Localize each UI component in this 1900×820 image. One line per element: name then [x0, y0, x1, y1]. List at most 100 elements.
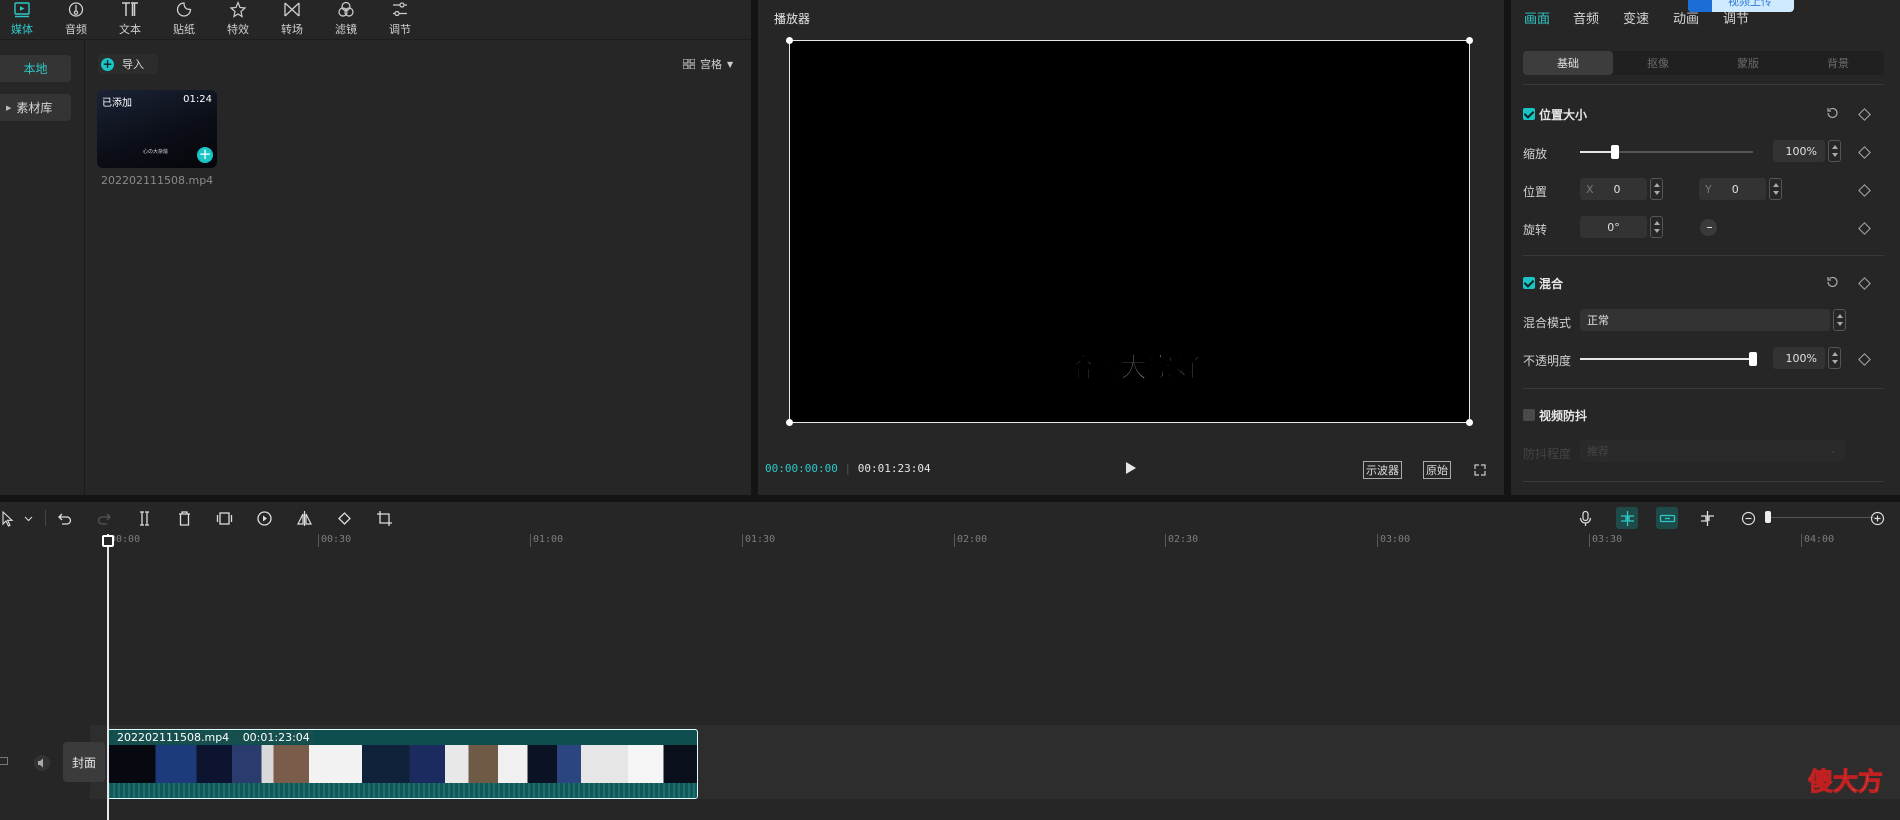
select-tool-button[interactable] [0, 507, 18, 529]
ruler-tick: 00:30 [318, 534, 351, 547]
crop-button[interactable] [373, 507, 395, 529]
play-button[interactable] [1124, 460, 1138, 476]
clip-audio-waveform [108, 783, 697, 798]
toolbar-separator [45, 510, 46, 526]
prop-tab-picture[interactable]: 画面 [1524, 8, 1550, 27]
prop-tab-animation[interactable]: 动画 [1673, 8, 1699, 27]
total-time: 00:01:23:04 [857, 462, 931, 475]
crop-icon [376, 510, 392, 526]
add-to-timeline-icon[interactable]: + [197, 147, 213, 163]
position-x-input[interactable]: X 0 [1580, 178, 1647, 200]
tab-adjust[interactable]: 调节 [373, 0, 427, 40]
stabilize-checkbox[interactable] [1523, 409, 1535, 421]
split-button[interactable] [133, 507, 155, 529]
media-filename: 202202111508.mp4 [101, 174, 214, 187]
reverse-button[interactable] [253, 507, 275, 529]
resize-handle[interactable] [786, 37, 793, 44]
zoom-in-button[interactable] [1866, 507, 1888, 529]
position-size-checkbox[interactable] [1523, 108, 1535, 120]
play-icon [1126, 462, 1136, 474]
position-y-input[interactable]: Y 0 [1699, 178, 1766, 200]
ruler-tick: 03:30 [1589, 534, 1622, 547]
subtab-background[interactable]: 背景 [1793, 51, 1883, 75]
subtab-mask[interactable]: 蒙版 [1703, 51, 1793, 75]
scale-slider[interactable] [1580, 145, 1753, 159]
rotate-dial[interactable] [1700, 219, 1717, 236]
y-value: 0 [1731, 182, 1739, 196]
blend-checkbox[interactable] [1523, 277, 1535, 289]
preview-axis-button[interactable] [1696, 507, 1718, 529]
x-label: X [1586, 182, 1594, 196]
mirror-button[interactable] [293, 507, 315, 529]
subtab-matting[interactable]: 抠像 [1613, 51, 1703, 75]
playhead[interactable] [107, 534, 109, 820]
tab-text[interactable]: 文本 [103, 0, 157, 40]
tab-effects-label: 特效 [227, 23, 249, 36]
rotate-icon [337, 511, 351, 525]
tab-media-label: 媒体 [11, 23, 33, 36]
media-panel [0, 0, 751, 495]
ruler-tick: 03:00 [1377, 534, 1410, 547]
record-audio-button[interactable] [1574, 507, 1596, 529]
fullscreen-button[interactable] [1474, 461, 1486, 476]
position-x-stepper[interactable] [1650, 178, 1663, 200]
rotate-button[interactable] [333, 507, 355, 529]
ruler-tick: 02:00 [954, 534, 987, 547]
tab-effects[interactable]: 特效 [211, 0, 265, 40]
track-lock-icon[interactable] [0, 757, 8, 765]
prop-tab-speed[interactable]: 变速 [1623, 8, 1649, 27]
clip-duration: 00:01:23:04 [242, 731, 310, 744]
side-nav-library[interactable]: ▶ 素材库 [0, 94, 71, 121]
undo-button[interactable] [53, 507, 75, 529]
tab-filter[interactable]: 滤镜 [319, 0, 373, 40]
prop-tab-adjust[interactable]: 调节 [1723, 8, 1749, 27]
reset-icon[interactable] [1825, 275, 1839, 289]
tab-sticker[interactable]: 贴纸 [157, 0, 211, 40]
auto-snap-button[interactable] [1616, 507, 1638, 529]
scale-stepper[interactable] [1828, 140, 1841, 162]
view-mode-select[interactable]: 宫格 ▼ [683, 56, 733, 72]
opacity-input[interactable]: 100% [1773, 347, 1825, 369]
zoom-slider-knob[interactable] [1765, 511, 1771, 523]
resize-handle[interactable] [786, 419, 793, 426]
reverse-play-icon [256, 510, 272, 526]
zoom-in-icon [1870, 511, 1884, 525]
scale-slider-knob[interactable] [1611, 145, 1619, 159]
blend-mode-select[interactable]: 正常 [1580, 309, 1830, 331]
resize-handle[interactable] [1466, 419, 1473, 426]
cover-button[interactable]: 封面 [63, 742, 105, 782]
rotate-stepper[interactable] [1650, 216, 1663, 238]
tab-transition[interactable]: 转场 [265, 0, 319, 40]
zoom-out-button[interactable] [1737, 507, 1759, 529]
reset-icon[interactable] [1825, 106, 1839, 120]
clip-name: 202202111508.mp4 [117, 731, 230, 744]
subtab-basic[interactable]: 基础 [1523, 51, 1613, 75]
freeze-button[interactable] [213, 507, 235, 529]
track-mute-button[interactable] [34, 755, 50, 771]
position-y-stepper[interactable] [1769, 178, 1782, 200]
scale-input[interactable]: 100% [1773, 140, 1825, 162]
tool-dropdown[interactable] [17, 507, 39, 529]
blend-mode-stepper[interactable] [1833, 309, 1846, 331]
text-icon [122, 2, 138, 16]
delete-button[interactable] [173, 507, 195, 529]
opacity-slider-knob[interactable] [1749, 352, 1757, 366]
side-nav-local[interactable]: 本地 [0, 55, 71, 82]
tab-media[interactable]: 媒体 [0, 0, 49, 40]
thumb-caption: 心の大杂烩 [143, 149, 169, 155]
opacity-stepper[interactable] [1828, 347, 1841, 369]
chevron-down-icon: ⌄ [1829, 446, 1837, 456]
rotate-input[interactable]: 0° [1580, 216, 1647, 238]
ratio-button[interactable]: 原始 [1423, 461, 1451, 479]
scope-button[interactable]: 示波器 [1363, 461, 1402, 479]
resize-handle[interactable] [1466, 37, 1473, 44]
prop-tab-audio[interactable]: 音频 [1573, 8, 1599, 27]
opacity-slider[interactable] [1580, 352, 1757, 366]
media-thumbnail[interactable]: 已添加 01:24 心の大杂烩 + [97, 90, 217, 168]
tab-audio[interactable]: 音频 [49, 0, 103, 40]
redo-button[interactable] [93, 507, 115, 529]
import-button[interactable]: + 导入 [98, 54, 158, 74]
playhead-handle[interactable] [102, 535, 114, 547]
zoom-slider[interactable] [1765, 511, 1875, 523]
linkage-button[interactable] [1656, 507, 1678, 529]
